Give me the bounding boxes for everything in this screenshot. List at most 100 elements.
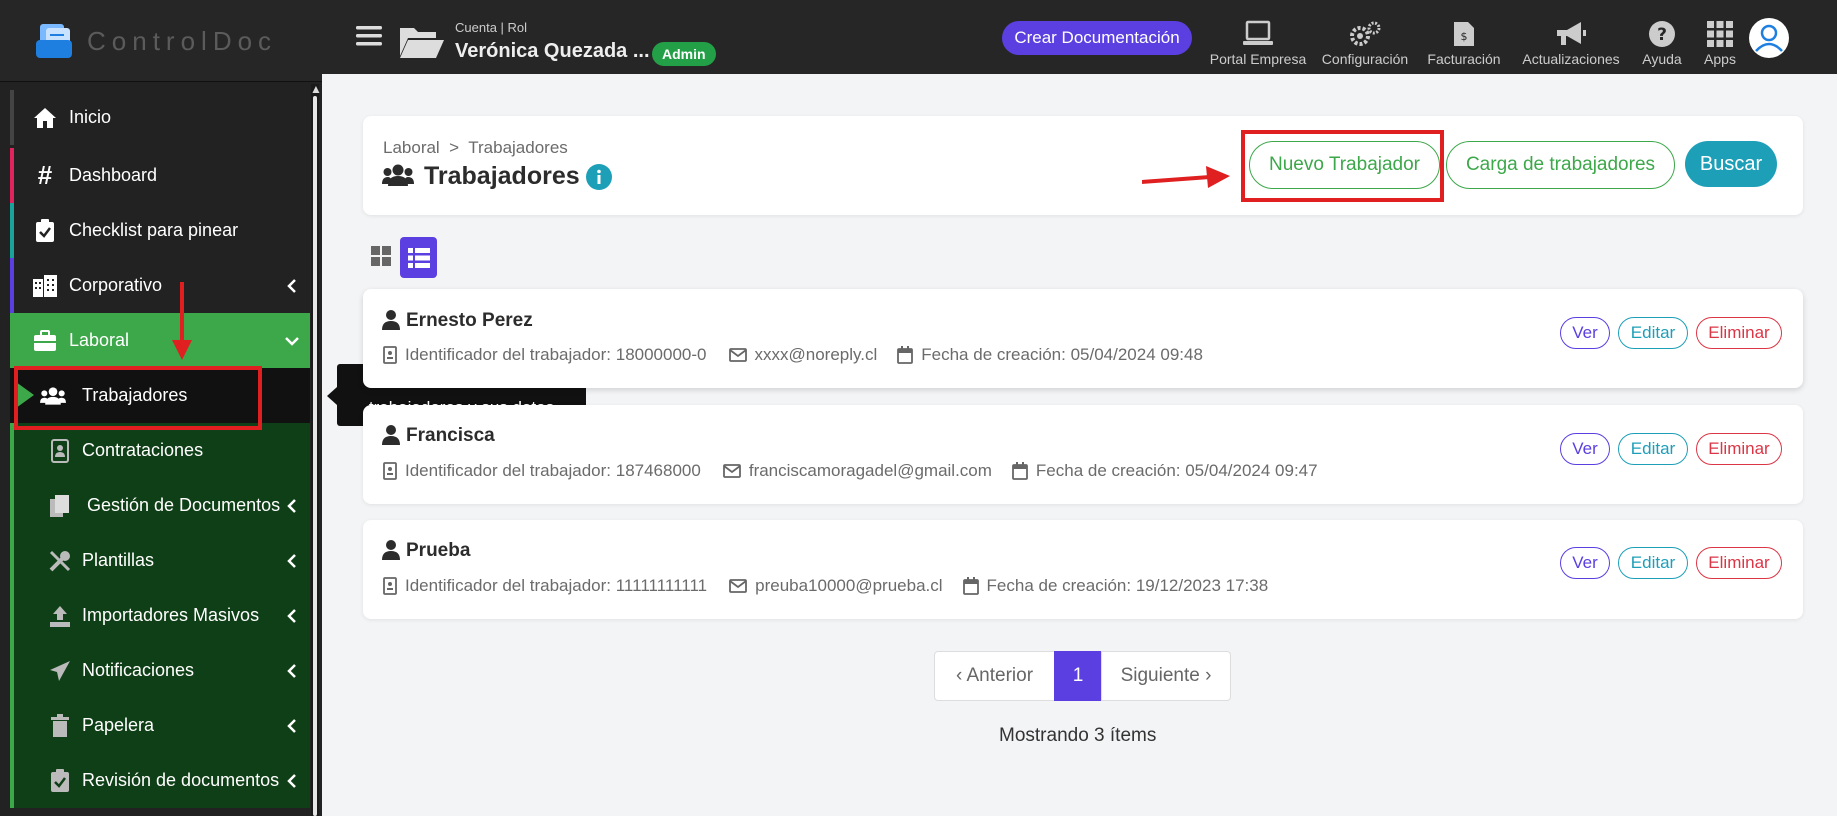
actualizaciones-button[interactable]: Actualizaciones xyxy=(1516,20,1626,67)
worker-email: xxxx@noreply.cl xyxy=(754,345,878,364)
delete-button[interactable]: Eliminar xyxy=(1696,433,1782,465)
topbar-label: Actualizaciones xyxy=(1522,51,1620,67)
sidebar-item-corporativo[interactable]: Corporativo xyxy=(10,258,310,313)
sidebar-item-label: Plantillas xyxy=(82,550,155,570)
configuracion-button[interactable]: Configuración xyxy=(1318,20,1412,67)
facturacion-button[interactable]: $ Facturación xyxy=(1422,20,1506,67)
sidebar-item-dashboard[interactable]: # Dashboard xyxy=(10,148,310,203)
delete-button[interactable]: Eliminar xyxy=(1696,317,1782,349)
worker-email: preuba10000@prueba.cl xyxy=(755,576,943,595)
portal-empresa-button[interactable]: Portal Empresa xyxy=(1208,20,1308,67)
accent-bar xyxy=(10,258,14,313)
pagination-prev[interactable]: ‹ Anterior xyxy=(934,651,1055,701)
id-card-icon xyxy=(383,462,397,480)
id-card-icon xyxy=(383,346,397,364)
view-button[interactable]: Ver xyxy=(1560,433,1610,465)
envelope-icon xyxy=(728,348,747,362)
sidebar-item-checklist[interactable]: Checklist para pinear xyxy=(10,203,310,258)
worker-name: Prueba xyxy=(406,540,471,561)
sidebar-scrollbar-thumb[interactable] xyxy=(313,96,317,816)
sidebar-subitem-importadores[interactable]: Importadores Masivos xyxy=(10,588,310,643)
clipboard-check-icon xyxy=(47,768,73,794)
topbar-label: Portal Empresa xyxy=(1209,51,1307,67)
sidebar-subitem-notificaciones[interactable]: Notificaciones xyxy=(10,643,310,698)
chevron-left-icon xyxy=(287,718,296,733)
grid-view-icon[interactable] xyxy=(370,245,392,267)
sidebar-item-inicio[interactable]: Inicio xyxy=(10,90,310,145)
annotation-box-trabajadores xyxy=(14,366,262,430)
sidebar-item-label: Importadores Masivos xyxy=(82,605,260,625)
annotation-box-new-worker xyxy=(1241,130,1444,202)
pagination-page[interactable]: 1 xyxy=(1054,651,1102,701)
svg-text:$: $ xyxy=(1461,30,1468,43)
id-card-icon xyxy=(383,577,397,595)
ayuda-button[interactable]: ? Ayuda xyxy=(1634,20,1690,67)
invoice-icon: $ xyxy=(1454,22,1474,46)
sidebar-subitem-revision[interactable]: Revisión de documentos xyxy=(10,753,310,808)
worker-created-date: Fecha de creación: 19/12/2023 17:38 xyxy=(986,576,1269,595)
hamburger-menu-icon[interactable] xyxy=(356,24,382,48)
edit-button[interactable]: Editar xyxy=(1618,433,1688,465)
page-title: Trabajadores xyxy=(424,162,580,190)
gears-icon xyxy=(1350,21,1381,46)
sidebar-item-laboral[interactable]: Laboral xyxy=(10,313,310,368)
edit-button[interactable]: Editar xyxy=(1618,547,1688,579)
chevron-left-icon xyxy=(287,773,296,788)
worker-created-date: Fecha de creación: 05/04/2024 09:48 xyxy=(921,345,1203,364)
worker-meta: Identificador del trabajador: 187468000 … xyxy=(383,461,1318,481)
sidebar-subitem-papelera[interactable]: Papelera xyxy=(10,698,310,753)
create-documentation-button[interactable]: Crear Documentación xyxy=(1002,21,1192,55)
upload-icon xyxy=(47,603,73,629)
view-button[interactable]: Ver xyxy=(1560,547,1610,579)
account-name[interactable]: Verónica Quezada ... xyxy=(455,40,650,63)
delete-button[interactable]: Eliminar xyxy=(1696,547,1782,579)
user-icon xyxy=(382,540,400,560)
worker-meta: Identificador del trabajador: 1111111111… xyxy=(383,576,1268,596)
pagination-summary: Mostrando 3 ítems xyxy=(999,725,1157,746)
home-icon xyxy=(32,105,58,131)
worker-id: Identificador del trabajador: 18000000-0 xyxy=(405,345,707,364)
accent-bar xyxy=(10,148,14,203)
documents-icon xyxy=(47,493,73,519)
sidebar-item-label: Contrataciones xyxy=(82,440,204,460)
accent-bar xyxy=(10,203,14,258)
sidebar-item-label: Gestión de Documentos xyxy=(87,495,281,515)
annotation-arrow-down-icon xyxy=(172,282,192,360)
user-avatar-icon[interactable] xyxy=(1748,17,1790,59)
role-badge: Admin xyxy=(652,42,716,66)
sidebar-subitem-gestion-documentos[interactable]: Gestión de Documentos xyxy=(10,478,310,533)
breadcrumb-parent[interactable]: Laboral xyxy=(383,138,440,157)
sidebar-item-label: Dashboard xyxy=(69,165,158,185)
worker-email: franciscamoragadel@gmail.com xyxy=(748,461,992,480)
worker-created-date: Fecha de creación: 05/04/2024 09:47 xyxy=(1035,461,1318,480)
topbar-label: Configuración xyxy=(1321,51,1409,67)
scroll-up-icon[interactable]: ▲ xyxy=(310,82,322,96)
bulk-upload-workers-button[interactable]: Carga de trabajadores xyxy=(1446,141,1675,189)
sidebar-subitem-plantillas[interactable]: Plantillas xyxy=(10,533,310,588)
clipboard-check-icon xyxy=(32,218,58,244)
pagination-next[interactable]: Siguiente › xyxy=(1101,651,1231,701)
user-icon xyxy=(382,310,400,330)
search-button[interactable]: Buscar xyxy=(1685,141,1777,187)
calendar-icon xyxy=(897,346,914,364)
sidebar-subitem-contrataciones[interactable]: Contrataciones xyxy=(10,423,310,478)
accent-bar xyxy=(10,90,14,145)
list-view-button[interactable] xyxy=(400,237,437,278)
folder-open-icon xyxy=(400,28,444,58)
svg-text:?: ? xyxy=(1657,25,1667,45)
info-icon[interactable] xyxy=(586,164,612,190)
breadcrumb: Laboral > Trabajadores xyxy=(383,138,568,158)
worker-id: Identificador del trabajador: 1111111111… xyxy=(405,576,708,595)
chevron-left-icon xyxy=(287,278,296,293)
envelope-icon xyxy=(729,579,748,593)
apps-button[interactable]: Apps xyxy=(1692,20,1748,67)
list-view-icon xyxy=(408,248,430,268)
accent-bar xyxy=(10,423,14,478)
edit-button[interactable]: Editar xyxy=(1618,317,1688,349)
building-icon xyxy=(32,273,58,299)
breadcrumb-current: Trabajadores xyxy=(468,138,568,157)
sidebar-item-label: Checklist para pinear xyxy=(69,220,239,240)
tooltip-arrow xyxy=(327,387,337,405)
sidebar-item-label: Corporativo xyxy=(69,275,163,295)
view-button[interactable]: Ver xyxy=(1560,317,1610,349)
